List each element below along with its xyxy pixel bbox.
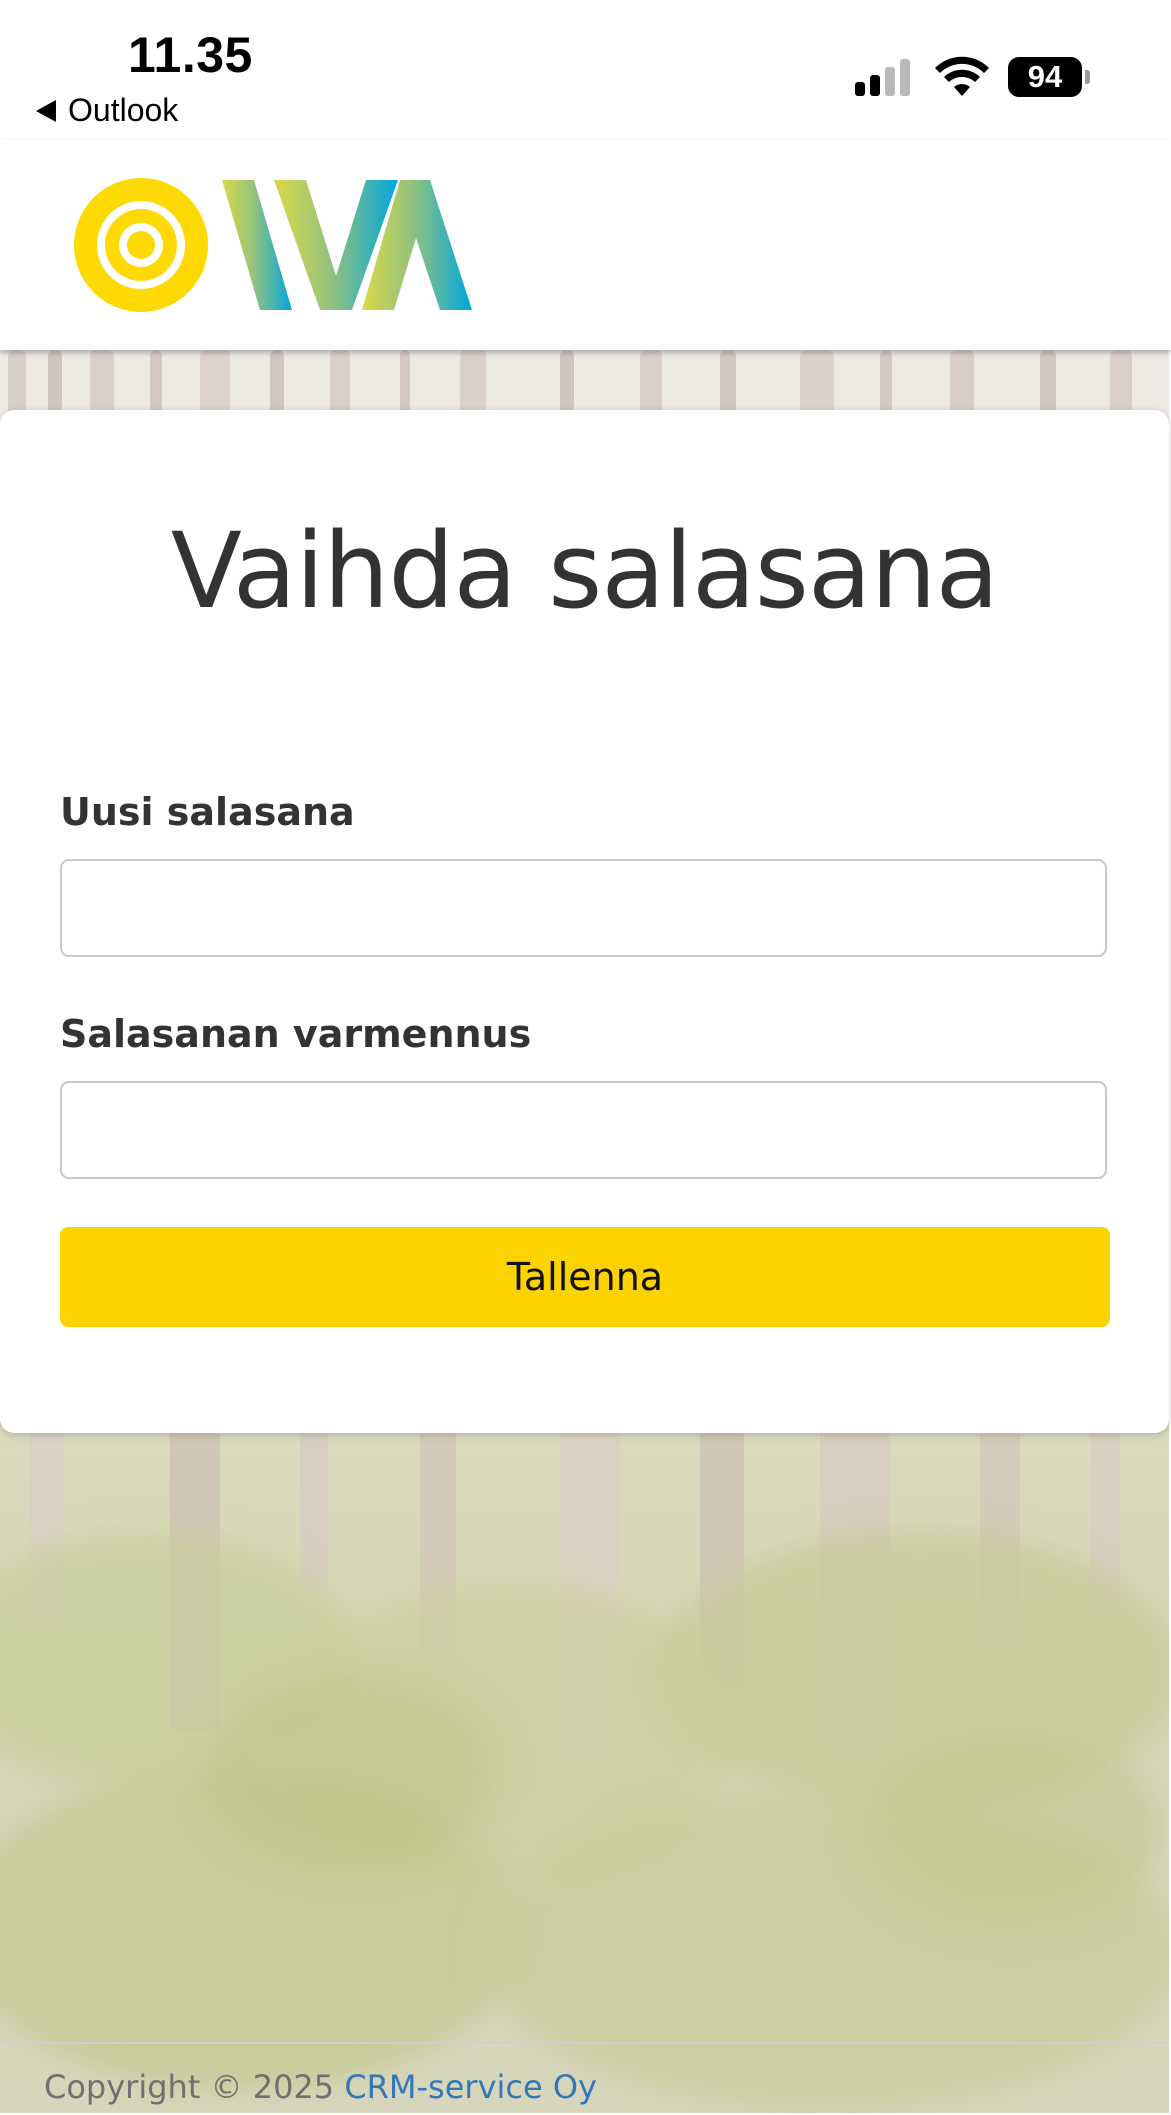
status-time: 11.35 (128, 27, 253, 83)
site-header (0, 140, 1171, 350)
change-password-card: Vaihda salasana Uusi salasana Salasanan … (0, 410, 1169, 1433)
confirm-password-label: Salasanan varmennus (60, 1012, 532, 1056)
copyright-text: Copyright © 2025 (44, 2068, 335, 2106)
battery-icon: 94 (1008, 57, 1082, 97)
back-arrow-icon (36, 99, 56, 122)
page-footer: Copyright © 2025 CRM-service Oy (0, 2042, 1169, 2115)
cellular-signal-icon (855, 58, 915, 96)
wifi-icon (935, 56, 989, 96)
save-button[interactable]: Tallenna (60, 1227, 1110, 1327)
company-link[interactable]: CRM-service Oy (344, 2068, 597, 2106)
confirm-password-input[interactable] (60, 1081, 1107, 1179)
new-password-label: Uusi salasana (60, 790, 355, 834)
page-title: Vaihda salasana (170, 510, 1000, 632)
battery-cap (1085, 70, 1090, 84)
oiva-logo[interactable] (74, 176, 474, 314)
back-to-outlook-link[interactable]: Outlook (36, 92, 178, 129)
new-password-input[interactable] (60, 859, 1107, 957)
footer-text: Copyright © 2025 CRM-service Oy (44, 2068, 597, 2106)
status-bar: 11.35 Outlook 94 (0, 0, 1171, 140)
back-link-label: Outlook (68, 92, 179, 128)
